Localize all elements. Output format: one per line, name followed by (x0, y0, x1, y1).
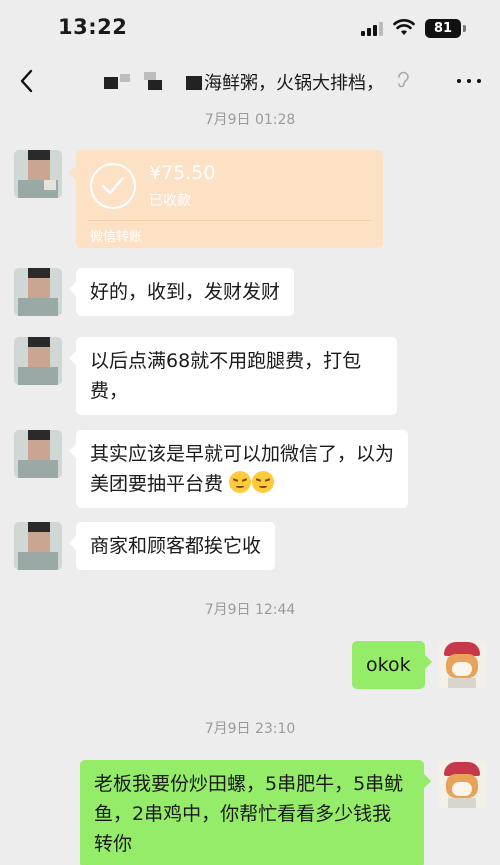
censored-name-block (104, 77, 118, 89)
avatar-pixel (28, 337, 50, 347)
timestamp: 7月9日 12:44 (204, 602, 296, 618)
censored-name-block (144, 72, 156, 80)
timestamp: 7月9日 01:28 (204, 112, 296, 128)
nav-bar: 海鲜粥，火锅大排档， (0, 58, 500, 104)
censored-name-block (120, 74, 130, 82)
avatar-pixel (28, 532, 50, 552)
chat-title: 海鲜粥，火锅大排档， (104, 68, 414, 94)
status-bar: 13:22 81 (0, 0, 500, 58)
more-icon-dot (477, 79, 481, 83)
avatar-pixel (18, 298, 58, 316)
message-text: 好的，收到，发财发财 (90, 281, 281, 303)
avatar-pixel (448, 798, 476, 808)
incoming-message[interactable]: 商家和顾客都挨它收 (68, 522, 276, 570)
transfer-received-check (90, 163, 136, 209)
signal-icon (361, 22, 383, 36)
back-chevron-icon (20, 69, 33, 93)
contact-avatar[interactable] (14, 268, 62, 316)
outgoing-message[interactable]: 老板我要份炒田螺，5串肥牛，5串鱿鱼，2串鸡中，你帮忙看看多少钱我转你 (80, 760, 431, 865)
outgoing-message[interactable]: okok (352, 641, 432, 689)
timestamp: 7月9日 23:10 (204, 721, 296, 737)
message-text: okok (366, 654, 411, 676)
message-text: 老板我要份炒田螺，5串肥牛，5串鱿鱼，2串鸡中，你帮忙看看多少钱我转你 (94, 773, 404, 855)
avatar-pixel (28, 522, 50, 532)
incoming-message[interactable]: 以后点满68就不用跑腿费，打包费， (69, 337, 397, 415)
avatar-pixel (28, 268, 50, 278)
contact-avatar[interactable] (14, 522, 62, 570)
transfer-divider (88, 220, 371, 221)
contact-avatar[interactable] (14, 150, 62, 198)
avatar-pixel (28, 278, 50, 298)
transfer-card[interactable]: ¥75.50 已收款 微信转账 (69, 150, 383, 248)
avatar-pixel (28, 430, 50, 440)
more-button[interactable] (455, 72, 483, 90)
sad-face-emoji-icon (229, 471, 252, 493)
transfer-footer: 微信转账 (90, 230, 143, 245)
chat-title-text: 海鲜粥，火锅大排档， (204, 73, 384, 94)
transfer-status: 已收款 (149, 193, 191, 209)
wifi-icon (393, 19, 415, 35)
sad-face-emoji-icon (252, 471, 275, 493)
avatar-pixel (28, 440, 50, 460)
battery-icon: 81 (425, 19, 461, 38)
status-time: 13:22 (58, 15, 128, 39)
message-text: 以后点满68就不用跑腿费，打包费， (90, 350, 362, 402)
more-icon-dot (467, 79, 471, 83)
contact-avatar[interactable] (14, 337, 62, 385)
avatar-pixel (44, 180, 56, 190)
avatar-pixel (448, 678, 476, 688)
avatar-pixel (28, 160, 50, 180)
more-icon (457, 79, 461, 83)
censored-name-block (186, 76, 202, 90)
censored-name-block (148, 80, 162, 90)
avatar-pixel (28, 347, 50, 367)
my-avatar[interactable] (438, 640, 486, 688)
my-avatar[interactable] (438, 760, 486, 808)
back-button[interactable] (14, 64, 40, 98)
message-text: 商家和顾客都挨它收 (90, 535, 262, 557)
avatar-pixel (18, 552, 58, 570)
contact-avatar[interactable] (14, 430, 62, 478)
avatar-pixel (452, 662, 472, 676)
avatar-pixel (18, 367, 58, 385)
battery-tip (463, 25, 466, 32)
ear-icon (398, 71, 409, 88)
incoming-message[interactable]: 好的，收到，发财发财 (68, 268, 295, 316)
checkmark-icon (101, 176, 125, 195)
transfer-amount: ¥75.50 (149, 162, 216, 184)
avatar-pixel (18, 460, 58, 478)
avatar-pixel (452, 782, 472, 796)
avatar-pixel (28, 150, 50, 160)
incoming-message[interactable]: 其实应该是早就可以加微信了，以为美团要抽平台费 (69, 430, 408, 508)
